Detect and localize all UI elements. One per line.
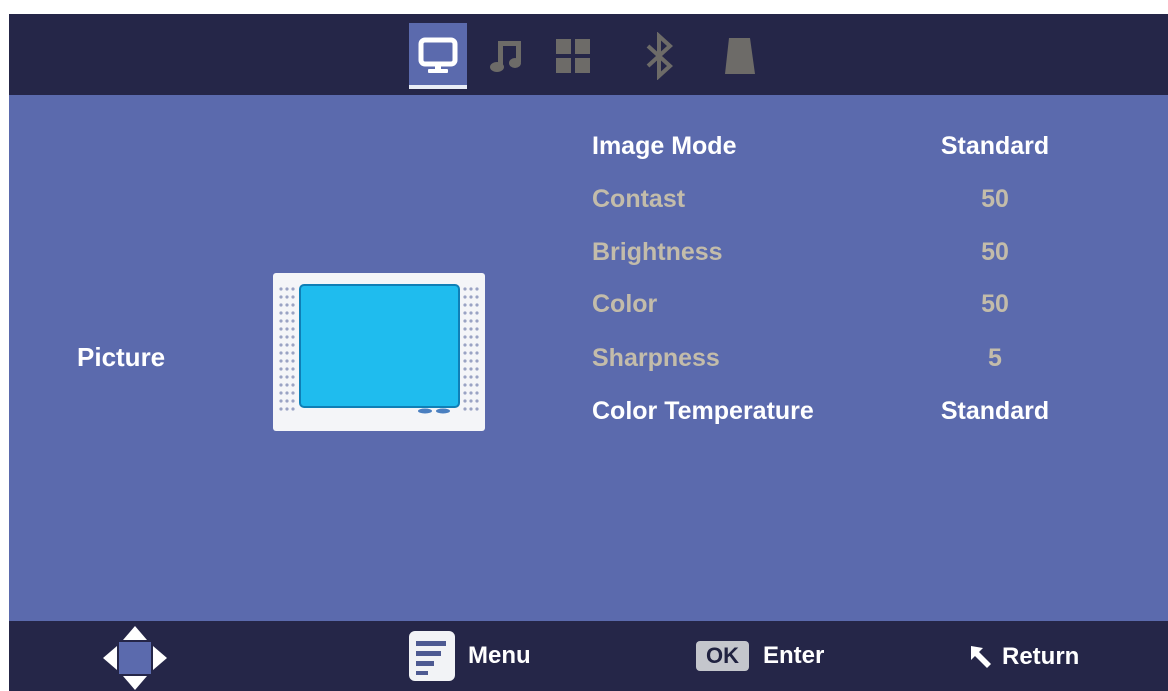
ok-badge: OK [696, 641, 749, 671]
tab-bluetooth[interactable] [631, 23, 689, 89]
lock-icon [725, 38, 755, 74]
setting-brightness: Brightness 50 [592, 232, 1112, 272]
music-note-icon [490, 41, 521, 72]
enter-hint[interactable]: OK Enter [696, 641, 824, 671]
setting-label: Color Temperature [592, 397, 814, 425]
tab-lock[interactable] [711, 23, 769, 89]
category-tab-bar [9, 14, 1168, 95]
key-hint-bar: Menu OK Enter Return [9, 621, 1168, 691]
setting-label: Color [592, 290, 658, 318]
setting-value: 50 [981, 185, 1009, 213]
return-label: Return [1002, 643, 1080, 670]
direction-pad-icon[interactable] [103, 626, 167, 690]
tab-apps[interactable] [544, 23, 602, 89]
section-title: Picture [77, 342, 166, 372]
menu-icon [409, 631, 455, 681]
menu-hint[interactable]: Menu [409, 631, 531, 681]
return-arrow-icon [971, 646, 991, 668]
menu-label: Menu [468, 642, 531, 669]
setting-contrast: Contast 50 [592, 179, 1112, 219]
setting-value: 50 [981, 290, 1009, 318]
tab-sound[interactable] [477, 23, 535, 89]
picture-settings-panel: Picture Image Mode Standard Contast 50 B… [9, 95, 1168, 621]
setting-label: Sharpness [592, 344, 720, 372]
tab-picture[interactable] [409, 23, 467, 89]
setting-label: Brightness [592, 238, 723, 266]
setting-color-temperature[interactable]: Color Temperature Standard [592, 391, 1112, 431]
setting-sharpness: Sharpness 5 [592, 338, 1112, 378]
setting-label: Image Mode [592, 132, 737, 160]
setting-value: 5 [988, 344, 1002, 372]
grid-icon [556, 39, 590, 73]
setting-label: Contast [592, 185, 686, 213]
enter-label: Enter [763, 642, 825, 669]
setting-value: Standard [940, 132, 1050, 160]
return-hint[interactable]: Return [969, 643, 1079, 671]
monitor-icon [418, 37, 458, 73]
bluetooth-icon [646, 32, 673, 80]
osd-menu: Picture Image Mode Standard Contast 50 B… [9, 14, 1168, 691]
setting-value: 50 [981, 238, 1009, 266]
tv-screen-icon [273, 273, 485, 431]
setting-color: Color 50 [592, 284, 1112, 324]
setting-value: Standard [940, 397, 1050, 425]
setting-image-mode[interactable]: Image Mode Standard [592, 126, 1112, 166]
